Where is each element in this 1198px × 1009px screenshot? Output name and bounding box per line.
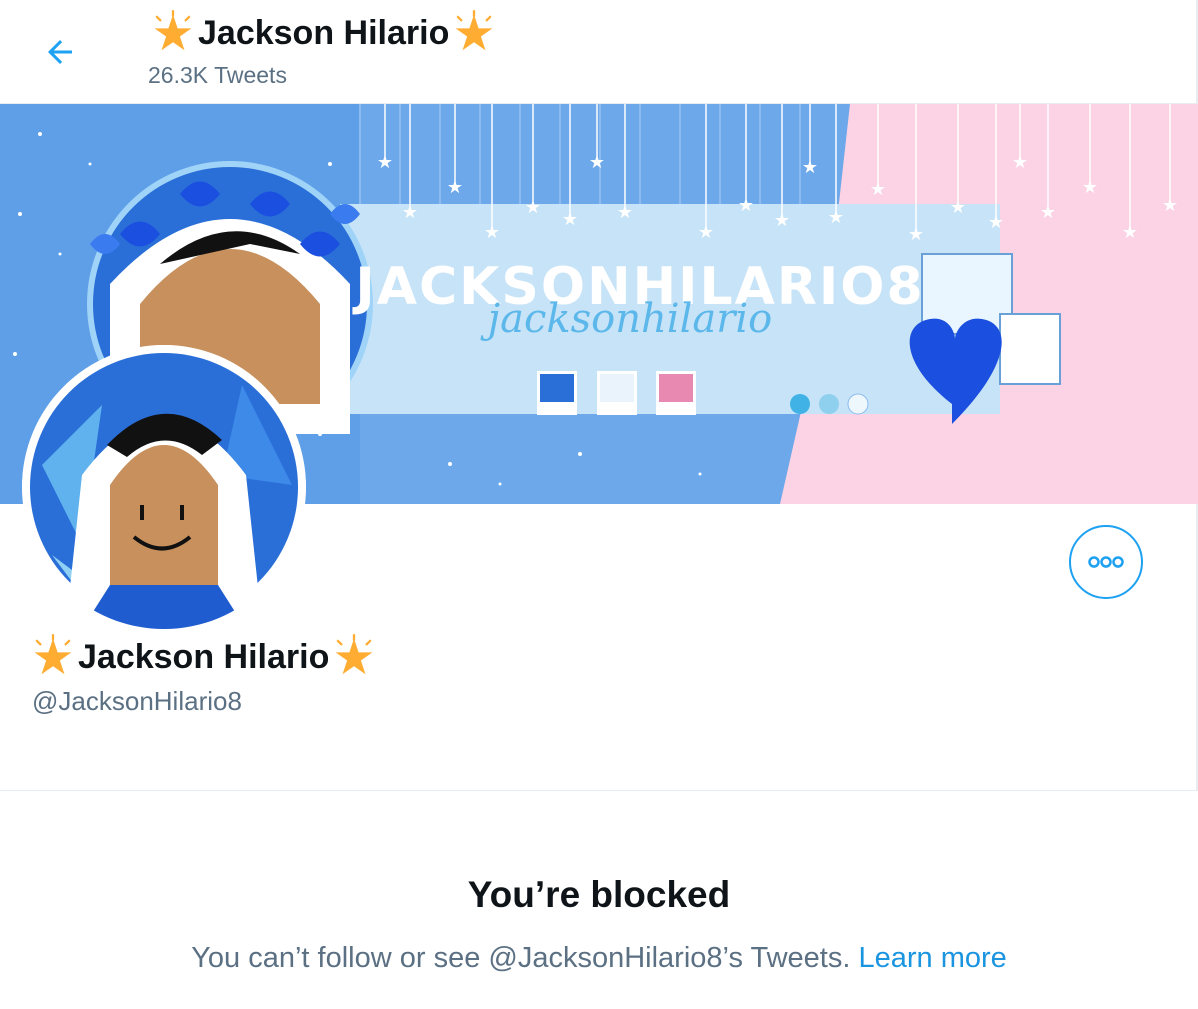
avatar[interactable] [22,345,306,629]
svg-text:★: ★ [774,210,790,231]
svg-text:★: ★ [617,202,633,223]
star-icon [335,634,373,675]
star-icon [34,634,72,675]
star-icon [455,10,493,51]
blocked-description-text: You can’t follow or see @JacksonHilario8… [191,942,859,974]
blocked-title: You’re blocked [467,874,731,915]
tweet-count: 26.3K Tweets [148,62,287,88]
svg-text:★: ★ [988,212,1004,233]
svg-text:★: ★ [402,202,418,223]
more-options-button[interactable] [1069,525,1143,599]
profile-header: Jackson Hilario 26.3K Tweets [0,0,1198,104]
svg-text:★: ★ [562,209,578,230]
back-button[interactable] [34,26,86,78]
svg-text:★: ★ [484,222,500,243]
svg-text:★: ★ [1012,152,1028,173]
svg-text:★: ★ [870,179,886,200]
svg-text:★: ★ [1082,177,1098,198]
svg-text:★: ★ [908,224,924,245]
more-horizontal-icon [1088,556,1124,568]
avatar-image [22,345,306,629]
svg-text:★: ★ [525,197,541,218]
handle: @JacksonHilario8 [32,686,242,716]
display-name: Jackson Hilario [30,632,377,682]
svg-text:★: ★ [950,197,966,218]
svg-text:★: ★ [589,152,605,173]
arrow-left-icon [48,40,72,64]
svg-text:★: ★ [1122,222,1138,243]
header-title-text: Jackson Hilario [198,14,450,52]
header-title: Jackson Hilario [150,10,497,56]
learn-more-link[interactable]: Learn more [858,942,1006,974]
star-icon [154,10,192,51]
svg-text:★: ★ [698,222,714,243]
svg-text:★: ★ [1040,202,1056,223]
svg-text:★: ★ [377,152,393,173]
svg-text:★: ★ [447,177,463,198]
blocked-description: You can’t follow or see @JacksonHilario8… [0,942,1198,975]
display-name-text: Jackson Hilario [78,638,330,676]
banner-script-text: jacksonhilario [480,296,772,342]
svg-text:★: ★ [802,157,818,178]
svg-text:★: ★ [828,207,844,228]
svg-text:★: ★ [738,195,754,216]
svg-text:★: ★ [1162,195,1178,216]
